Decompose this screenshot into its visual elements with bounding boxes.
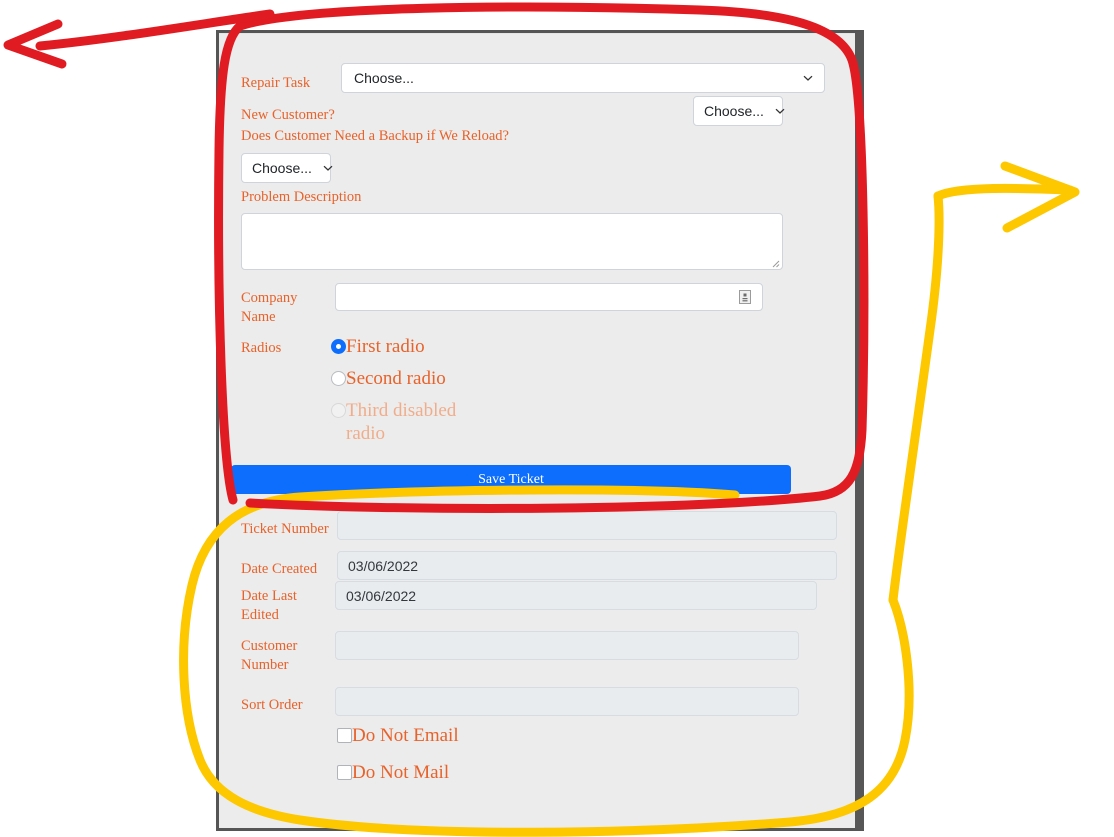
form-panel-inner: Repair Task Choose... New Customer? Choo… [219, 33, 855, 828]
field-row-repair-task: Repair Task Choose... [241, 63, 841, 93]
field-row-ticket-number: Ticket Number [241, 511, 841, 540]
radio-group: First radio Second radio Third disabled … [331, 335, 531, 454]
customer-number-label: Customer Number [241, 638, 298, 673]
field-row-radios: Radios [241, 335, 335, 358]
date-created-value: 03/06/2022 [348, 557, 419, 574]
new-customer-label: New Customer? [241, 107, 335, 123]
radio-second-input[interactable] [331, 371, 346, 386]
ticket-number-input [337, 511, 837, 540]
radio-first-input[interactable] [331, 339, 346, 354]
radio-second-label: Second radio [346, 368, 446, 389]
date-last-edited-value: 03/06/2022 [346, 587, 417, 604]
company-name-input[interactable] [335, 283, 763, 311]
needs-backup-label: Does Customer Need a Backup if We Reload… [241, 128, 509, 144]
radio-first-label: First radio [346, 336, 425, 357]
radio-option-third-disabled: Third disabled radio [331, 399, 531, 445]
field-row-sort-order: Sort Order [241, 687, 841, 716]
do-not-mail-label: Do Not Mail [352, 762, 450, 783]
ticket-number-label: Ticket Number [241, 521, 329, 537]
new-customer-select[interactable]: Choose... [693, 96, 786, 126]
radios-label: Radios [241, 340, 282, 356]
date-last-edited-input: 03/06/2022 [335, 581, 817, 610]
repair-task-value: Choose... [354, 70, 414, 86]
field-row-date-created: Date Created 03/06/2022 [241, 551, 841, 580]
radio-third-input [331, 403, 346, 418]
field-row-company-name: Company Name [241, 283, 841, 327]
do-not-mail-checkbox[interactable] [337, 765, 352, 780]
customer-number-input [335, 631, 799, 660]
problem-description-textarea[interactable] [241, 213, 783, 270]
do-not-email-label: Do Not Email [352, 725, 459, 746]
field-row-problem-description: Problem Description [241, 188, 841, 270]
sort-order-label: Sort Order [241, 697, 303, 713]
radio-third-label: Third disabled radio [346, 400, 457, 444]
contact-card-icon[interactable] [738, 289, 752, 305]
field-row-needs-backup: Does Customer Need a Backup if We Reload… [241, 127, 841, 183]
sort-order-input [335, 687, 799, 716]
needs-backup-value: Choose... [252, 160, 312, 176]
needs-backup-select[interactable]: Choose... [241, 153, 334, 183]
company-name-label: Company Name [241, 290, 298, 325]
date-last-edited-label: Date Last Edited [241, 588, 297, 623]
repair-task-label: Repair Task [241, 75, 311, 91]
radio-option-first[interactable]: First radio [331, 335, 531, 358]
date-created-input: 03/06/2022 [337, 551, 837, 580]
new-customer-value: Choose... [704, 103, 764, 119]
repair-task-select[interactable]: Choose... [341, 63, 825, 93]
do-not-email-checkbox[interactable] [337, 728, 352, 743]
field-row-new-customer: New Customer? Choose... [241, 96, 841, 126]
checkbox-row-do-not-mail[interactable]: Do Not Mail [337, 761, 449, 784]
save-ticket-button[interactable]: Save Ticket [231, 465, 791, 494]
checkbox-row-do-not-email[interactable]: Do Not Email [337, 724, 459, 747]
problem-description-label: Problem Description [241, 189, 362, 205]
resize-grip-icon[interactable] [768, 255, 780, 268]
form-panel: Repair Task Choose... New Customer? Choo… [216, 30, 864, 831]
chevron-down-icon [802, 72, 814, 84]
chevron-down-icon [322, 162, 334, 174]
field-row-customer-number: Customer Number [241, 631, 841, 675]
date-created-label: Date Created [241, 561, 318, 577]
chevron-down-icon [774, 105, 786, 117]
field-row-date-last-edited: Date Last Edited 03/06/2022 [241, 581, 841, 625]
radio-option-second[interactable]: Second radio [331, 367, 531, 390]
